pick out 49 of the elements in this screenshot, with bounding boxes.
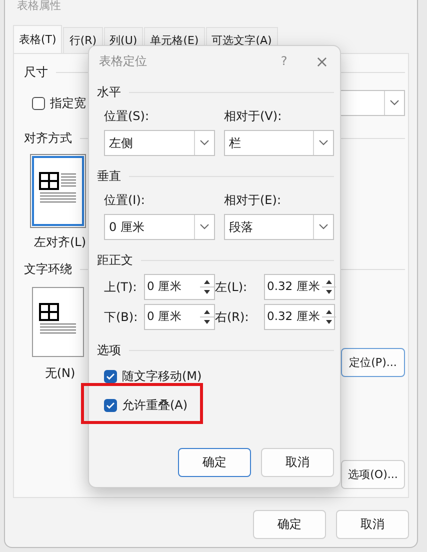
spin-field[interactable]: 0.32 厘米: [264, 274, 335, 300]
chevron-down-icon: [200, 140, 209, 146]
spin-field[interactable]: 0 厘米: [144, 274, 215, 300]
field-label: 位置(S):: [104, 108, 150, 125]
section-heading: 文字环绕: [24, 260, 72, 278]
section-heading: 对齐方式: [24, 130, 72, 146]
section-heading: 水平: [97, 84, 121, 100]
dropdown[interactable]: 0 厘米: [104, 214, 215, 240]
ok-button[interactable]: 确定: [178, 448, 251, 477]
section-heading: 选项: [97, 342, 121, 358]
tab[interactable]: 行(R): [63, 27, 103, 53]
option-label: 左对齐(L): [32, 234, 88, 251]
alignment-option[interactable]: [32, 156, 84, 226]
checkbox[interactable]: [104, 399, 117, 412]
dropdown[interactable]: 栏: [224, 130, 334, 156]
field-label: 相对于(V):: [224, 108, 283, 125]
section-heading: 距正文: [97, 252, 133, 268]
spin-field[interactable]: 0 厘米: [144, 304, 215, 330]
chevron-down-icon: [390, 100, 399, 106]
section-heading: 垂直: [97, 168, 121, 184]
section-heading: 尺寸: [24, 64, 48, 80]
ok-button[interactable]: 确定: [253, 510, 326, 539]
tab[interactable]: 表格(T): [13, 25, 62, 53]
checkbox-label: 指定宽: [50, 94, 86, 112]
checkbox[interactable]: [32, 96, 45, 110]
dropdown[interactable]: 左侧: [104, 130, 215, 156]
position-button[interactable]: 定位(P)...: [341, 348, 405, 377]
field-label: 位置(I):: [104, 192, 146, 209]
checkbox-label: 随文字移动(M): [122, 368, 202, 385]
field-label: 左(L):: [215, 278, 248, 296]
close-button[interactable]: ×: [314, 52, 330, 70]
wrap-option[interactable]: [32, 287, 84, 357]
checkbox-label: 允许重叠(A): [122, 397, 188, 414]
chevron-down-icon: [200, 224, 209, 230]
window-title: 表格定位: [99, 52, 148, 70]
cancel-button[interactable]: 取消: [261, 448, 334, 477]
field-label: 下(B):: [104, 308, 139, 326]
spin-field[interactable]: 0.32 厘米: [264, 304, 335, 330]
field-label: 相对于(E):: [224, 192, 282, 209]
window-title: 表格属性: [16, 0, 62, 14]
field-label: 上(T):: [104, 278, 138, 296]
chevron-down-icon: [319, 140, 328, 146]
cancel-button[interactable]: 取消: [336, 510, 409, 539]
dropdown[interactable]: 段落: [224, 214, 334, 240]
checkbox[interactable]: [104, 370, 117, 383]
option-label: 无(N): [44, 365, 76, 382]
field-label: 右(R):: [215, 308, 250, 326]
options-button[interactable]: 选项(O)...: [341, 460, 405, 489]
chevron-down-icon: [319, 224, 328, 230]
